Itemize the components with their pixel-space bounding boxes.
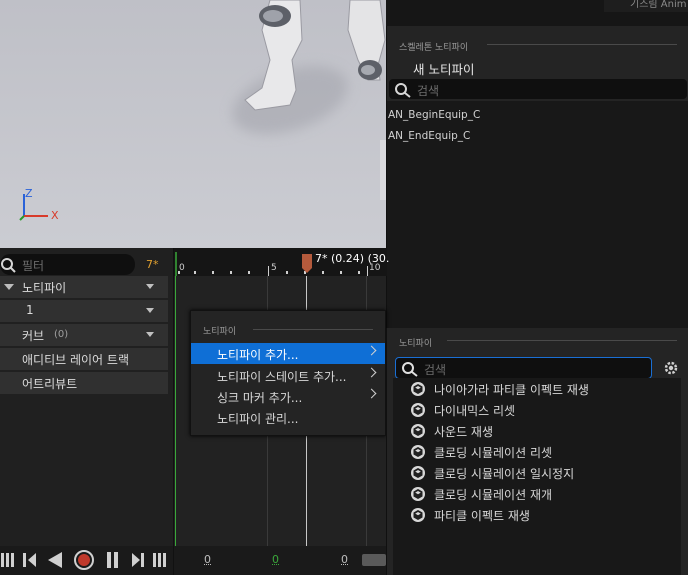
playhead-label: 7* (0.24) (30. — [315, 252, 389, 265]
gear-icon[interactable] — [663, 360, 679, 376]
timeline-ruler[interactable]: 0 5 10 7* (0.24) (30. — [174, 248, 387, 276]
notify-class-label: 클로딩 시뮬레이션 리셋 — [434, 444, 552, 461]
pause-button[interactable] — [104, 551, 120, 569]
menu-item-add-notify[interactable]: 노티파이 추가... — [191, 343, 385, 364]
blueprint-class-icon — [410, 444, 426, 460]
track-label: 어트리뷰트 — [22, 375, 77, 392]
dropdown-arrow-icon[interactable] — [146, 332, 154, 337]
range-start-value[interactable]: 0 — [204, 553, 211, 566]
curve-count: (0) — [54, 329, 68, 340]
notify-class-label: 파티클 이펙트 재생 — [434, 507, 530, 524]
track-label: 노티파이 — [22, 279, 66, 296]
blueprint-class-icon — [410, 381, 426, 397]
start-marker — [175, 276, 176, 546]
record-button[interactable] — [74, 550, 94, 570]
top-strip: 기즈림 Anim — [386, 0, 688, 26]
track-row-attributes[interactable]: 어트리뷰트 — [0, 372, 168, 394]
menu-item-label: 싱크 마커 추가... — [217, 389, 302, 406]
picker-search-input[interactable]: 검색 — [395, 357, 652, 379]
timeline-footer: 0 0 0 — [173, 546, 386, 575]
notify-class-item[interactable]: 다이내믹스 리셋 — [407, 400, 677, 420]
new-notify-item[interactable]: 새 노티파이 — [413, 59, 474, 78]
blueprint-class-icon — [410, 465, 426, 481]
list-item[interactable]: AN_EndEquip_C — [388, 130, 470, 142]
collapse-icon[interactable] — [4, 284, 14, 290]
divider — [447, 340, 677, 341]
skeleton-notify-section-label: 스켈레톤 노티파이 — [399, 40, 468, 53]
track-row-additive-layer[interactable]: 애디티브 레이어 트랙 — [0, 348, 168, 370]
blueprint-class-icon — [410, 423, 426, 439]
notify-class-item[interactable]: 클로딩 시뮬레이션 일시정지 — [407, 463, 677, 483]
dropdown-arrow-icon[interactable] — [146, 284, 154, 289]
transport-bar — [0, 546, 173, 575]
notify-class-item[interactable]: 사운드 재생 — [407, 421, 677, 441]
notify-class-label: 사운드 재생 — [434, 423, 493, 440]
search-icon — [401, 361, 419, 377]
character-legs — [230, 0, 386, 248]
dropdown-arrow-icon[interactable] — [146, 308, 154, 313]
divider — [487, 44, 677, 45]
filter-input[interactable]: 필터 — [0, 254, 135, 275]
notify-class-picker: 노티파이 검색 나이아가라 파티클 이펙트 재생다이내믹스 리셋사운드 재생클로… — [386, 328, 688, 575]
horizontal-scrollbar[interactable] — [362, 554, 386, 566]
range-end-value[interactable]: 0 — [341, 553, 348, 566]
search-placeholder: 검색 — [424, 361, 446, 378]
divider — [253, 329, 373, 330]
notify-class-item[interactable]: 파티클 이펙트 재생 — [407, 505, 677, 525]
menu-item-label: 노티파이 스테이트 추가... — [217, 368, 346, 385]
search-icon — [0, 257, 16, 273]
menu-item-add-notify-state[interactable]: 노티파이 스테이트 추가... — [191, 365, 385, 386]
blueprint-class-icon — [410, 402, 426, 418]
list-item[interactable]: AN_BeginEquip_C — [388, 109, 480, 121]
search-placeholder: 검색 — [417, 82, 439, 99]
tick-label: 5 — [271, 263, 277, 273]
search-icon — [394, 82, 412, 98]
picker-section-label: 노티파이 — [399, 336, 432, 349]
notify-class-item[interactable]: 클로딩 시뮬레이션 리셋 — [407, 442, 677, 462]
axis-x-label: X — [51, 209, 59, 222]
filter-placeholder: 필터 — [22, 257, 44, 274]
notify-class-label: 다이내믹스 리셋 — [434, 402, 515, 419]
chevron-right-icon — [367, 389, 377, 399]
asset-tab[interactable]: 기즈림 Anim — [604, 0, 688, 12]
chevron-right-icon — [367, 346, 377, 356]
menu-item-label: 노티파이 관리... — [217, 410, 299, 427]
axis-z-label: Z — [25, 187, 33, 200]
go-to-end-button[interactable] — [152, 551, 168, 569]
playback-start-value[interactable]: 0 — [272, 553, 279, 566]
notify-class-label: 클로딩 시뮬레이션 일시정지 — [434, 465, 574, 482]
skeleton-notify-list: AN_BeginEquip_C AN_EndEquip_C — [387, 101, 688, 328]
context-menu: 노티파이 노티파이 추가... 노티파이 스테이트 추가... 싱크 마커 추가… — [190, 310, 386, 436]
go-to-start-button[interactable] — [0, 551, 16, 569]
track-label: 커브 — [22, 327, 44, 344]
tick-label: 0 — [179, 263, 185, 273]
viewport[interactable]: Z X — [0, 0, 386, 248]
menu-section-label: 노티파이 — [203, 324, 236, 337]
menu-item-manage-notifies[interactable]: 노티파이 관리... — [191, 407, 385, 428]
track-row-notifies[interactable]: 노티파이 — [0, 276, 168, 298]
track-row-1[interactable]: 1 — [0, 300, 168, 322]
notify-class-item[interactable]: 클로딩 시뮬레이션 재개 — [407, 484, 677, 504]
skeleton-notify-panel: 스켈레톤 노티파이 새 노티파이 검색 AN_BeginEquip_C AN_E… — [386, 26, 688, 328]
step-back-button[interactable] — [22, 551, 38, 569]
track-row-curves[interactable]: 커브 (0) — [0, 324, 168, 346]
notify-class-label: 클로딩 시뮬레이션 재개 — [434, 486, 552, 503]
menu-item-label: 노티파이 추가... — [217, 346, 299, 363]
frame-count: 7* — [146, 258, 159, 271]
blueprint-class-icon — [410, 507, 426, 523]
notify-class-label: 나이아가라 파티클 이펙트 재생 — [434, 381, 589, 398]
track-label: 애디티브 레이어 트랙 — [22, 351, 129, 368]
menu-item-add-sync-marker[interactable]: 싱크 마커 추가... — [191, 386, 385, 407]
track-panel: 필터 7* 노티파이 1 커브 (0) 애디티브 레이어 트랙 어트리뷰트 — [0, 248, 173, 546]
track-label: 1 — [26, 303, 34, 317]
chevron-right-icon — [367, 368, 377, 378]
blueprint-class-icon — [410, 486, 426, 502]
skeleton-notify-search-input[interactable]: 검색 — [389, 79, 687, 99]
notify-class-list: 나이아가라 파티클 이펙트 재생다이내믹스 리셋사운드 재생클로딩 시뮬레이션 … — [393, 378, 681, 575]
play-reverse-button[interactable] — [46, 551, 64, 569]
step-forward-button[interactable] — [130, 551, 146, 569]
notify-class-item[interactable]: 나이아가라 파티클 이펙트 재생 — [407, 379, 677, 399]
